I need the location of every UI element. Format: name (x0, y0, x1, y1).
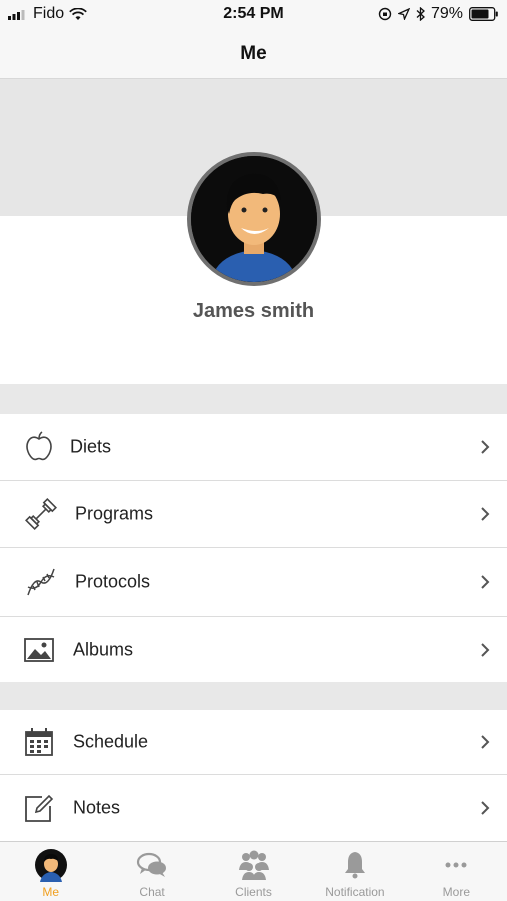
tab-label: Chat (139, 885, 165, 899)
calendar-icon (25, 728, 53, 756)
menu-item-programs[interactable]: Programs (0, 481, 507, 548)
menu-item-label: Albums (73, 639, 134, 659)
section-separator (0, 682, 507, 710)
tab-more[interactable]: More (406, 842, 507, 901)
section-separator (0, 384, 507, 414)
chevron-right-icon (481, 507, 490, 521)
location-icon (397, 8, 410, 20)
tab-label: Clients (235, 885, 272, 899)
menu-item-protocols[interactable]: Protocols (0, 548, 507, 617)
menu-item-albums[interactable]: Albums (0, 617, 507, 682)
dna-icon (27, 568, 55, 596)
avatar-image (191, 156, 317, 282)
tab-chat[interactable]: Chat (101, 842, 202, 901)
chat-icon (137, 852, 167, 877)
bell-icon (344, 852, 365, 879)
bluetooth-icon (416, 7, 425, 21)
nav-bar: Me (0, 30, 507, 79)
tab-label: More (442, 885, 470, 899)
menu-item-schedule[interactable]: Schedule (0, 710, 507, 775)
avatar-icon (34, 849, 67, 882)
tab-clients[interactable]: Clients (203, 842, 304, 901)
chevron-right-icon (481, 440, 490, 454)
chevron-right-icon (481, 801, 490, 815)
tab-label: Notification (325, 885, 385, 899)
menu-item-label: Notes (73, 797, 121, 818)
status-bar: Fido 2:54 PM 79% (0, 0, 507, 30)
tab-me[interactable]: Me (0, 842, 101, 901)
status-right: 79% (378, 5, 499, 23)
menu-item-notes[interactable]: Notes (0, 775, 507, 841)
menu-item-label: Protocols (75, 571, 151, 592)
apple-icon (26, 431, 52, 461)
chevron-right-icon (481, 642, 490, 657)
chevron-right-icon (481, 575, 490, 589)
notes-icon (25, 794, 54, 822)
more-icon (445, 862, 467, 868)
menu-item-label: Programs (75, 503, 154, 524)
dumbbell-icon (25, 498, 57, 530)
tab-bar: Me Chat Clients Notification More (0, 841, 507, 901)
orientation-lock-icon (378, 7, 392, 21)
menu-item-label: Schedule (73, 731, 149, 752)
profile-avatar[interactable] (187, 152, 321, 286)
profile-name: James smith (192, 300, 315, 322)
tab-notification[interactable]: Notification (304, 842, 405, 901)
tab-label: Me (42, 885, 60, 899)
menu-item-diets[interactable]: Diets (0, 414, 507, 481)
page-title: Me (240, 43, 267, 64)
battery-percent: 79% (430, 5, 463, 22)
image-icon (24, 637, 54, 662)
chevron-right-icon (481, 735, 490, 749)
clients-icon (238, 850, 269, 880)
menu-item-label: Diets (70, 436, 112, 457)
battery-icon (469, 7, 498, 21)
